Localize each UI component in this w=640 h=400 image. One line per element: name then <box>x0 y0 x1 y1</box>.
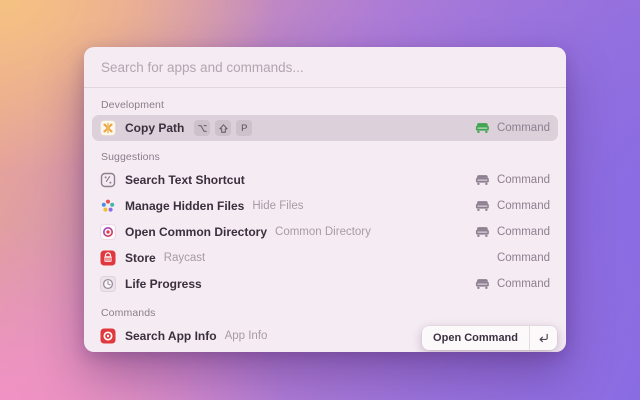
car-green-icon <box>475 122 490 134</box>
item-title: Search App Info <box>125 329 217 343</box>
hint-label: Open Command <box>433 332 518 344</box>
list-item[interactable]: Life Progress Command <box>92 271 558 297</box>
list-item[interactable]: Copy Path P Command <box>92 115 558 141</box>
item-subtitle: Hide Files <box>252 200 304 212</box>
car-grey-icon <box>475 174 490 186</box>
section-label: Development <box>101 99 164 111</box>
item-type-label: Command <box>496 252 550 264</box>
return-key-icon <box>529 326 557 350</box>
option-keycap <box>194 120 211 136</box>
item-title: Search Text Shortcut <box>125 173 245 187</box>
item-type-label: Command <box>496 174 550 186</box>
item-title: Copy Path <box>125 121 185 135</box>
shortcut-keys: P <box>194 120 253 136</box>
section-label: Suggestions <box>101 151 160 163</box>
car-grey-icon <box>475 278 490 290</box>
item-title: Life Progress <box>125 277 202 291</box>
list-item[interactable]: Search Text Shortcut Command <box>92 167 558 193</box>
section-label: Commands <box>101 307 156 319</box>
item-accessory: Command <box>475 278 550 290</box>
section-development: Development Copy Path P Command <box>92 93 558 141</box>
item-type-label: Command <box>496 278 550 290</box>
item-subtitle: Common Directory <box>275 226 371 238</box>
copy-path-icon <box>100 120 116 136</box>
list-item[interactable]: Open Common Directory Common Directory Co… <box>92 219 558 245</box>
item-type-label: Command <box>496 226 550 238</box>
item-accessory: Command <box>497 252 550 264</box>
car-grey-icon <box>475 226 490 238</box>
item-accessory: Command <box>475 226 550 238</box>
shift-keycap <box>215 120 232 136</box>
item-accessory: Command <box>475 122 550 134</box>
common-directory-icon <box>100 224 116 240</box>
open-command-hint[interactable]: Open Command <box>422 326 557 350</box>
search-bar <box>84 47 566 88</box>
search-input[interactable] <box>84 47 566 87</box>
hidden-files-icon <box>100 198 116 214</box>
command-list: Development Copy Path P Command Suggestion… <box>84 88 566 346</box>
text-shortcut-icon <box>100 172 116 188</box>
item-subtitle: Raycast <box>163 252 206 264</box>
item-accessory: Command <box>475 174 550 186</box>
life-progress-icon <box>100 276 116 292</box>
item-subtitle: App Info <box>224 330 268 342</box>
item-type-label: Command <box>496 122 550 134</box>
p-keycap: P <box>236 120 253 136</box>
item-type-label: Command <box>496 200 550 212</box>
desktop-background: Development Copy PathP CommandSuggestion… <box>0 0 640 400</box>
item-title: Open Common Directory <box>125 225 268 239</box>
item-title: Store <box>125 251 156 265</box>
section-suggestions: Suggestions Search Text Shortcut Command… <box>92 141 558 297</box>
list-item[interactable]: Store Raycast Command <box>92 245 558 271</box>
store-icon <box>100 250 116 266</box>
launcher-window: Development Copy PathP CommandSuggestion… <box>84 47 566 352</box>
list-item[interactable]: Manage Hidden Files Hide Files Command <box>92 193 558 219</box>
item-accessory: Command <box>475 200 550 212</box>
app-info-icon <box>100 328 116 344</box>
car-grey-icon <box>475 200 490 212</box>
item-title: Manage Hidden Files <box>125 199 245 213</box>
